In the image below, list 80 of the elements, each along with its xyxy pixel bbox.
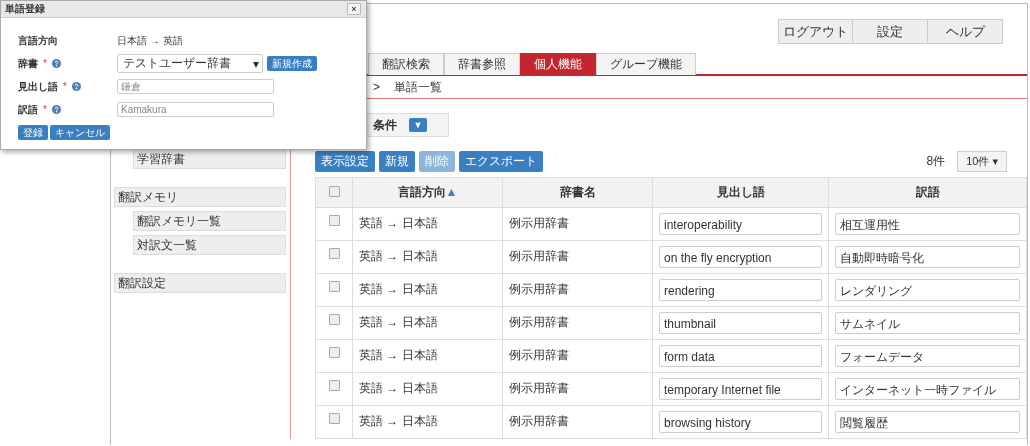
sidebar-item[interactable]: 翻訳メモリ一覧	[133, 211, 286, 231]
headword-field[interactable]: temporary Internet file	[659, 378, 822, 400]
field-label: 訳語	[18, 102, 38, 117]
column-header[interactable]: 辞書名	[502, 177, 653, 208]
field-value: 日本語 → 英語	[117, 33, 184, 48]
table-cell: 例示用辞書	[502, 339, 653, 373]
row-checkbox[interactable]	[328, 380, 340, 391]
toolbar-button[interactable]: 表示設定	[315, 151, 375, 172]
translation-field[interactable]: レンダリング	[835, 279, 1020, 301]
sidebar-item[interactable]: 翻訳メモリ	[114, 187, 286, 207]
field-label: 辞書	[18, 56, 38, 71]
help-icon[interactable]	[51, 59, 61, 68]
headword-field[interactable]: interoperability	[659, 213, 822, 235]
create-button[interactable]: 新規作成	[267, 56, 317, 71]
tab[interactable]: 翻訳検索	[368, 53, 444, 75]
toggle-button[interactable]: ▼	[409, 118, 427, 132]
table-cell: 例示用辞書	[502, 372, 653, 406]
column-header[interactable]: 訳語	[828, 177, 1027, 208]
table-cell: 例示用辞書	[502, 273, 653, 307]
table-cell: 英語 → 日本語	[352, 339, 503, 373]
header-button[interactable]: 設定	[853, 19, 928, 44]
translation-field[interactable]: 閲覧履歴	[835, 411, 1020, 433]
panel-title: 条件	[373, 116, 397, 134]
table-cell: 英語 → 日本語	[352, 273, 503, 307]
row-checkbox[interactable]	[328, 215, 340, 226]
table-cell: 例示用辞書	[502, 207, 653, 241]
header-button[interactable]: ログアウト	[778, 19, 853, 44]
header-button[interactable]: ヘルプ	[928, 19, 1003, 44]
translation-field[interactable]: サムネイル	[835, 312, 1020, 334]
column-header[interactable]: 見出し語	[652, 177, 829, 208]
table-cell: 例示用辞書	[502, 306, 653, 340]
field-label: 見出し語	[18, 79, 58, 94]
help-icon[interactable]	[51, 105, 61, 114]
input-field[interactable]: 鎌倉	[117, 79, 274, 94]
table-cell: 例示用辞書	[502, 405, 653, 439]
page-size-dropdown[interactable]: 10件 ▾	[957, 151, 1007, 172]
headword-field[interactable]: browsing history	[659, 411, 822, 433]
headword-field[interactable]: form data	[659, 345, 822, 367]
required-mark: *	[43, 104, 47, 115]
row-checkbox[interactable]	[328, 413, 340, 424]
translation-field[interactable]: インターネット一時ファイル	[835, 378, 1020, 400]
required-mark: *	[63, 81, 67, 92]
row-checkbox[interactable]	[328, 347, 340, 358]
toolbar-button[interactable]: エクスポート	[459, 151, 543, 172]
result-count: 8件	[926, 153, 946, 170]
column-header[interactable]: 言語方向▲	[352, 177, 503, 208]
row-checkbox[interactable]	[328, 248, 340, 259]
dialog-button[interactable]: キャンセル	[50, 125, 110, 140]
select-all-checkbox[interactable]	[328, 185, 340, 197]
table-cell: 例示用辞書	[502, 240, 653, 274]
sidebar-item[interactable]: 対訳文一覧	[133, 235, 286, 255]
translation-field[interactable]: 自動即時暗号化	[835, 246, 1020, 268]
help-icon[interactable]	[71, 82, 81, 91]
toolbar-button[interactable]: 新規	[379, 151, 415, 172]
translation-field[interactable]: 相互運用性	[835, 213, 1020, 235]
input-field[interactable]: Kamakura	[117, 102, 274, 117]
breadcrumb-current: 単語一覧	[394, 78, 442, 96]
dialog-title: 単語登録	[5, 2, 45, 16]
table-cell: 英語 → 日本語	[352, 207, 503, 241]
table-cell: 英語 → 日本語	[352, 306, 503, 340]
headword-field[interactable]: on the fly encryption	[659, 246, 822, 268]
sidebar-item[interactable]: 学習辞書	[133, 149, 286, 169]
table-cell: 英語 → 日本語	[352, 405, 503, 439]
row-checkbox[interactable]	[328, 281, 340, 292]
translation-field[interactable]: フォームデータ	[835, 345, 1020, 367]
row-checkbox[interactable]	[328, 314, 340, 325]
tab[interactable]: 辞書参照	[444, 53, 520, 75]
tab[interactable]: グループ機能	[596, 53, 696, 75]
headword-field[interactable]: rendering	[659, 279, 822, 301]
headword-field[interactable]: thumbnail	[659, 312, 822, 334]
dialog-button[interactable]: 登録	[18, 125, 48, 140]
sidebar-item[interactable]: 翻訳設定	[114, 273, 286, 293]
field-label: 言語方向	[18, 33, 59, 48]
close-button[interactable]: ×	[347, 3, 361, 15]
table-cell: 英語 → 日本語	[352, 240, 503, 274]
table-cell: 英語 → 日本語	[352, 372, 503, 406]
dictionary-select[interactable]: テストユーザー辞書 ▾	[117, 54, 263, 73]
breadcrumb-separator: >	[373, 80, 380, 94]
tab[interactable]: 個人機能	[520, 53, 596, 75]
required-mark: *	[43, 58, 47, 69]
